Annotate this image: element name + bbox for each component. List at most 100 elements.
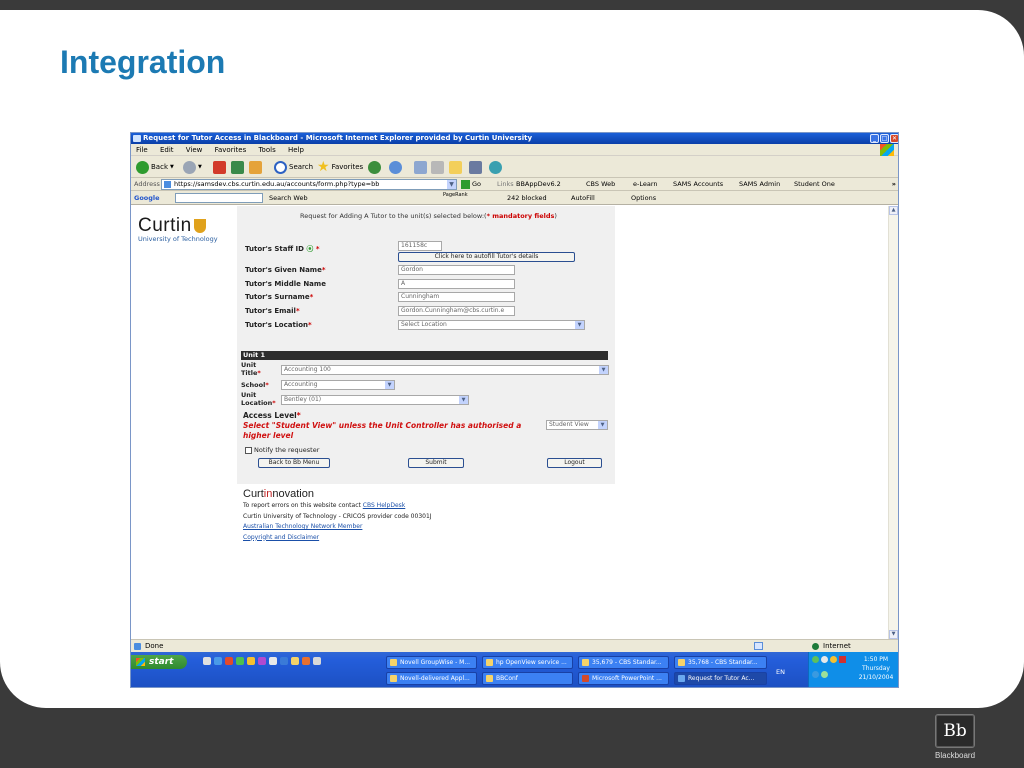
link-label: CBS Web <box>586 180 616 188</box>
task-openview[interactable]: hp OpenView service ... <box>482 656 573 669</box>
google-search-input[interactable] <box>175 193 263 203</box>
back-button[interactable]: Back ▼ <box>136 159 174 175</box>
app-launch-icon[interactable] <box>247 657 255 665</box>
address-bar: Address https://samsdev.cbs.curtin.edu.a… <box>131 178 898 191</box>
maximize-icon[interactable]: □ <box>880 134 889 143</box>
school-select[interactable]: Accounting ▼ <box>281 380 395 390</box>
popup-blocker-button[interactable]: 242 blocked <box>507 191 547 205</box>
refresh-button[interactable] <box>231 159 244 175</box>
brand-part-1: Curt <box>243 488 264 500</box>
minimize-icon[interactable]: _ <box>870 134 879 143</box>
folder-button[interactable] <box>449 159 462 175</box>
home-button[interactable] <box>249 159 262 175</box>
tray-app-icon[interactable] <box>821 656 828 663</box>
lookup-icon[interactable]: ⦿ <box>306 245 313 253</box>
back-to-menu-button[interactable]: Back to Bb Menu <box>258 458 330 468</box>
stop-button[interactable] <box>213 159 226 175</box>
ie-launch-icon[interactable] <box>214 657 222 665</box>
middle-name-input[interactable]: A <box>398 279 515 289</box>
go-button[interactable]: Go <box>461 178 481 191</box>
link-sams-accounts[interactable]: SAMS Accounts <box>673 178 723 191</box>
app-launch-icon[interactable] <box>302 657 310 665</box>
vertical-scrollbar[interactable]: ▲ ▼ <box>888 206 898 639</box>
checkbox-box[interactable] <box>245 446 252 454</box>
address-input[interactable]: https://samsdev.cbs.curtin.edu.au/accoun… <box>161 179 457 190</box>
media-button[interactable] <box>368 159 381 175</box>
tray-app-icon[interactable] <box>821 671 828 678</box>
copyright-link[interactable]: Copyright and Disclaimer <box>243 534 319 541</box>
notify-requester-checkbox[interactable]: Notify the requester <box>245 446 319 454</box>
menu-help[interactable]: Help <box>288 146 304 154</box>
task-cbs-standard-2[interactable]: 35,768 - CBS Standar... <box>674 656 767 669</box>
submit-button[interactable]: Submit <box>408 458 464 468</box>
stop-icon <box>213 160 226 174</box>
search-button[interactable]: Search <box>274 159 313 175</box>
unit-title-select[interactable]: Accounting 100 ▼ <box>281 365 609 375</box>
task-label: hp OpenView service ... <box>496 659 567 666</box>
start-button[interactable]: start <box>131 655 187 669</box>
tray-app-icon[interactable] <box>830 656 837 663</box>
tray-app-icon[interactable] <box>812 671 819 678</box>
favorites-button[interactable]: ★ Favorites <box>317 159 363 175</box>
menu-edit[interactable]: Edit <box>160 146 174 154</box>
atn-link[interactable]: Australian Technology Network Member <box>243 523 362 530</box>
language-indicator[interactable]: EN <box>776 668 785 676</box>
window-titlebar[interactable]: Request for Tutor Access in Blackboard -… <box>131 133 898 144</box>
access-level-select[interactable]: Student View ▼ <box>546 420 608 430</box>
research-button[interactable] <box>469 159 482 175</box>
app-launch-icon[interactable] <box>269 657 277 665</box>
autofill-details-button[interactable]: Click here to autofill Tutor's details <box>398 252 575 262</box>
mail-button[interactable] <box>414 159 427 175</box>
link-sams-admin[interactable]: SAMS Admin <box>739 178 780 191</box>
surname-input[interactable]: Cunningham <box>398 292 515 302</box>
clock[interactable]: 1:50 PM Thursday 21/10/2004 <box>853 655 898 682</box>
logout-button[interactable]: Logout <box>547 458 602 468</box>
history-button[interactable] <box>389 159 402 175</box>
app-launch-icon[interactable] <box>280 657 288 665</box>
given-name-input[interactable]: Gordon <box>398 265 515 275</box>
unit-location-select[interactable]: Bentley (01) ▼ <box>281 395 469 405</box>
email-input[interactable]: Gordon.Cunningham@cbs.curtin.e <box>398 306 515 316</box>
messenger-button[interactable] <box>489 159 502 175</box>
task-cbs-standard-1[interactable]: 35,679 - CBS Standar... <box>578 656 669 669</box>
link-student-one[interactable]: Student One <box>794 178 835 191</box>
links-label: Links <box>497 180 514 188</box>
app-launch-icon[interactable] <box>258 657 266 665</box>
print-icon <box>431 160 444 174</box>
task-powerpoint[interactable]: Microsoft PowerPoint ... <box>578 672 669 685</box>
autofill-button[interactable]: AutoFill <box>571 191 595 205</box>
close-icon[interactable]: ✕ <box>890 134 898 143</box>
task-groupwise[interactable]: Novell GroupWise - M... <box>386 656 477 669</box>
link-cbs-web[interactable]: CBS Web <box>586 178 615 191</box>
task-bbconf[interactable]: BBConf <box>482 672 573 685</box>
app-launch-icon[interactable] <box>291 657 299 665</box>
task-label: 35,768 - CBS Standar... <box>688 659 758 666</box>
task-novell-apps[interactable]: Novell-delivered Appl... <box>386 672 477 685</box>
staff-id-input[interactable]: 161158c <box>398 241 442 251</box>
menu-tools[interactable]: Tools <box>258 146 275 154</box>
options-button[interactable]: Options <box>631 191 656 205</box>
more-links-icon[interactable]: » <box>892 178 896 191</box>
google-logo[interactable]: Google <box>134 191 160 205</box>
search-web-button[interactable]: Search Web <box>269 191 308 205</box>
link-elearn[interactable]: e-Learn <box>633 178 658 191</box>
scroll-down-icon[interactable]: ▼ <box>889 630 898 639</box>
menu-favorites[interactable]: Favorites <box>215 146 247 154</box>
app-launch-icon[interactable] <box>225 657 233 665</box>
show-desktop-icon[interactable] <box>203 657 211 665</box>
app-launch-icon[interactable] <box>236 657 244 665</box>
link-bbappdev[interactable]: BBAppDev6.2 <box>516 178 561 191</box>
forward-button[interactable]: ▼ <box>183 159 202 175</box>
menu-view[interactable]: View <box>186 146 203 154</box>
print-button[interactable] <box>431 159 444 175</box>
menu-file[interactable]: File <box>136 146 148 154</box>
novell-icon[interactable] <box>839 656 846 663</box>
network-icon[interactable] <box>812 656 819 663</box>
helpdesk-link[interactable]: CBS HelpDesk <box>363 502 406 509</box>
app-launch-icon[interactable] <box>313 657 321 665</box>
scroll-up-icon[interactable]: ▲ <box>889 206 898 215</box>
location-select[interactable]: Select Location ▼ <box>398 320 585 330</box>
task-request-tutor[interactable]: Request for Tutor Ac... <box>674 672 767 685</box>
access-level-selected: Student View <box>549 421 589 428</box>
chevron-down-icon[interactable]: ▼ <box>447 180 456 189</box>
